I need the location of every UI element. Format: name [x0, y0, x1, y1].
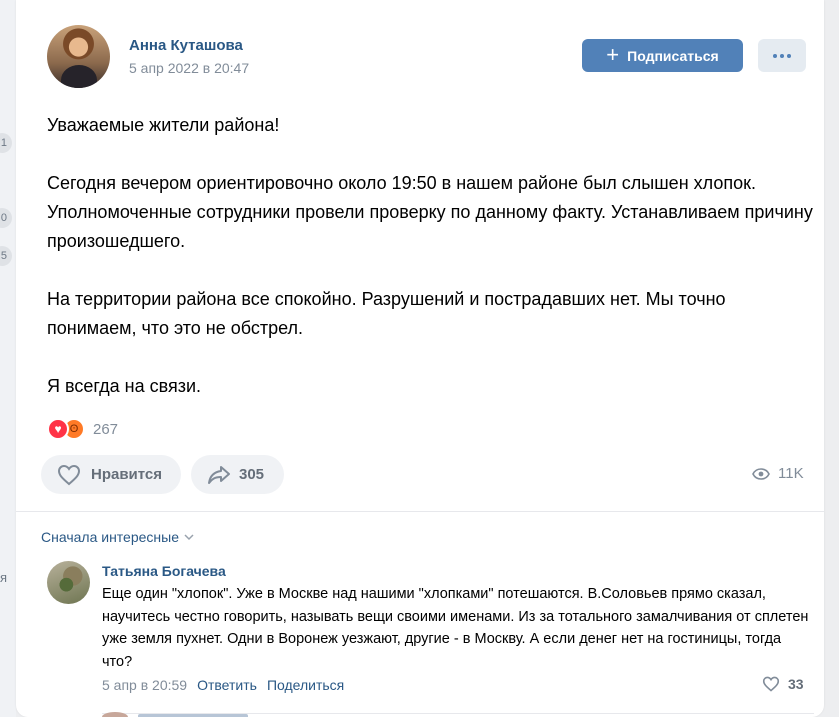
subscribe-button[interactable]: + Подписаться [582, 39, 743, 72]
share-comment-link[interactable]: Поделиться [267, 677, 344, 693]
reactions-summary[interactable]: ♥ ʘ 267 [47, 418, 118, 440]
post-text: Уважаемые жители района! Сегодня вечером… [47, 111, 817, 401]
commenter-avatar[interactable] [47, 561, 90, 604]
heart-outline-icon [762, 676, 780, 692]
post-paragraph: Уважаемые жители района! [47, 115, 280, 135]
more-options-button[interactable] [758, 39, 806, 72]
more-dot [780, 53, 784, 58]
like-label: Нравится [91, 466, 163, 483]
comment-like-count: 33 [788, 676, 804, 692]
comment-text: Еще один "хлопок". Уже в Москве над наши… [102, 586, 809, 670]
background-badge: 0 [0, 208, 12, 228]
reply-avatar [102, 712, 128, 717]
background-text: я [0, 570, 8, 585]
like-button[interactable]: Нравится [41, 455, 181, 494]
plus-icon: + [606, 41, 620, 67]
post-date[interactable]: 5 апр 2022 в 20:47 [129, 60, 249, 76]
subscribe-label: Подписаться [627, 47, 719, 64]
more-dots-icon [773, 53, 777, 58]
eye-icon [752, 467, 770, 480]
views-count: 11K [778, 465, 804, 482]
chevron-down-icon [184, 534, 194, 541]
post-card: Анна Куташова 5 апр 2022 в 20:47 + Подпи… [16, 0, 824, 717]
reactions-count: 267 [93, 420, 119, 438]
comment-date[interactable]: 5 апр в 20:59 [102, 677, 187, 693]
heart-reaction-icon: ♥ [47, 418, 69, 440]
background-badge: 5 [0, 246, 12, 266]
background-left-strip: 1 0 5 я [0, 0, 16, 717]
sort-label: Сначала интересные [41, 529, 179, 545]
post-author-name[interactable]: Анна Куташова [129, 37, 243, 54]
views-counter: 11K [752, 465, 804, 482]
divider [16, 511, 824, 512]
post-paragraph: На территории района все спокойно. Разру… [47, 289, 726, 338]
share-button[interactable]: 305 [191, 455, 284, 494]
comment-author[interactable]: Татьяна Богачева [102, 563, 226, 579]
share-arrow-icon [208, 465, 230, 484]
post-paragraph: Я всегда на связи. [47, 376, 202, 396]
author-avatar[interactable] [47, 25, 110, 88]
page-background-right [824, 0, 839, 717]
reply-link[interactable]: Ответить [197, 677, 257, 693]
comments-sort-dropdown[interactable]: Сначала интересные [41, 529, 195, 545]
share-count: 305 [239, 466, 265, 483]
background-badge: 1 [0, 133, 12, 153]
more-dot [787, 53, 791, 58]
comment-like-button[interactable]: 33 [762, 676, 804, 692]
comment-meta: 5 апр в 20:59 Ответить Поделиться [102, 677, 344, 693]
heart-outline-icon [57, 464, 81, 485]
post-paragraph: Сегодня вечером ориентировочно около 19:… [47, 173, 813, 251]
